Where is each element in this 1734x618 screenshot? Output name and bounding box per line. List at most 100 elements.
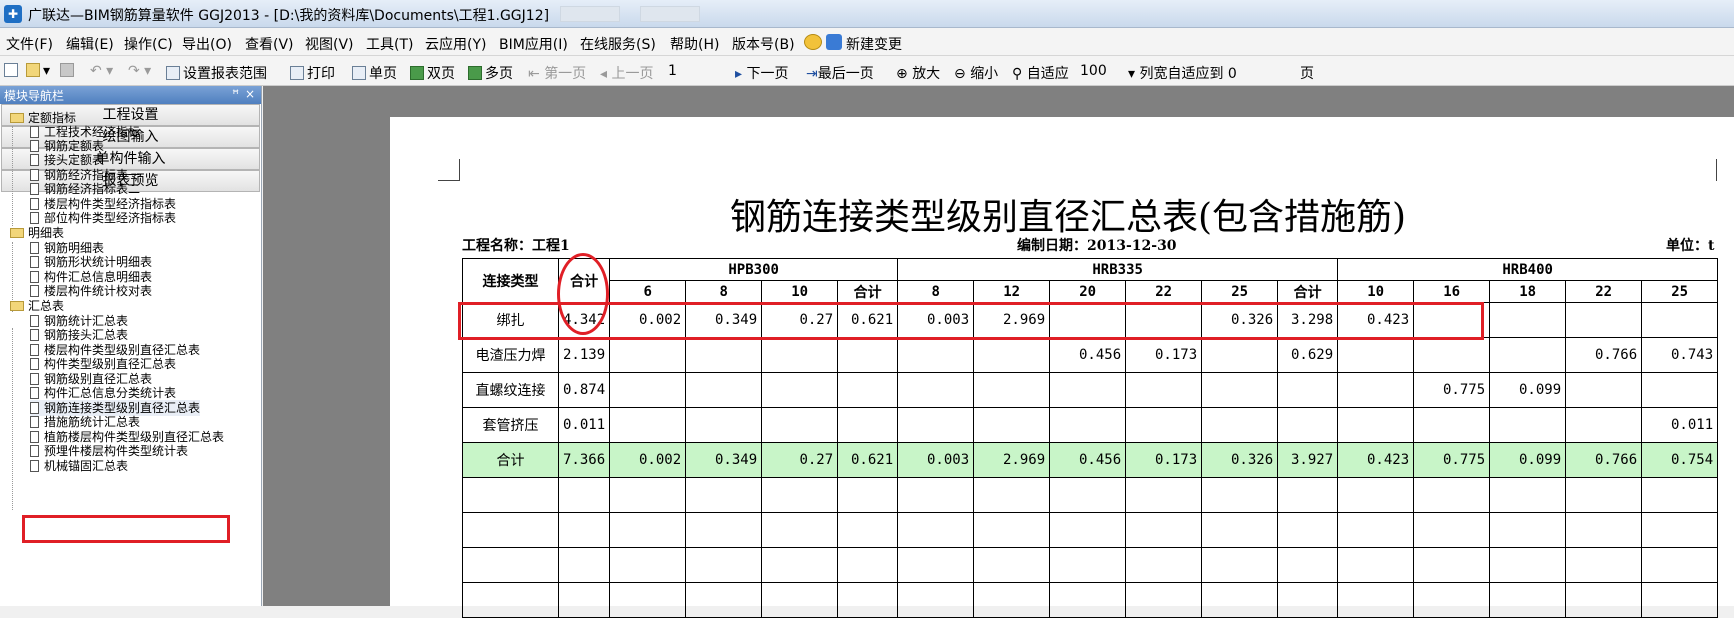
table-cell: 0.099 <box>1489 442 1567 478</box>
empty-cell <box>761 512 839 548</box>
single-page-button[interactable]: 单页 <box>352 63 397 83</box>
menu-edit[interactable]: 编辑(E) <box>66 34 114 54</box>
fit-button[interactable]: ⚲ 自适应 <box>1012 63 1069 83</box>
document-icon <box>30 126 39 138</box>
zoom-out-label: 缩小 <box>970 66 999 82</box>
tree-item[interactable]: 机械锚固汇总表 <box>30 458 128 474</box>
tree-group-summary[interactable]: 汇总表 <box>10 298 64 314</box>
redo-icon[interactable]: ↷ ▾ <box>128 63 151 79</box>
first-page-button[interactable]: ⇤ 第一页 <box>528 63 586 83</box>
menu-operation[interactable]: 操作(C) <box>124 34 173 54</box>
tree-item[interactable]: 钢筋经济指标表二 <box>30 181 140 197</box>
tree-group-detail[interactable]: 明细表 <box>10 225 64 241</box>
set-range-button[interactable]: 设置报表范围 <box>166 63 267 83</box>
table-cell <box>1201 407 1279 443</box>
empty-cell <box>897 582 975 618</box>
last-page-button[interactable]: ⇥最后一页 <box>806 63 874 83</box>
crop-mark-right <box>1716 159 1734 181</box>
new-file-icon[interactable] <box>4 63 21 79</box>
tree-item[interactable]: 楼层构件统计校对表 <box>30 283 152 299</box>
tree-item[interactable]: 接头定额表 <box>30 152 104 168</box>
table-cell <box>609 407 687 443</box>
menu-help[interactable]: 帮助(H) <box>670 34 719 54</box>
empty-cell <box>1489 477 1567 513</box>
tree-item[interactable]: 钢筋形状统计明细表 <box>30 254 152 270</box>
header-diameter: 25 <box>1201 280 1279 303</box>
undo-icon[interactable]: ↶ ▾ <box>90 63 113 79</box>
tree-item[interactable]: 构件类型级别直径汇总表 <box>30 356 176 372</box>
open-folder-icon[interactable]: ▾ <box>26 63 50 79</box>
save-icon[interactable] <box>60 63 77 79</box>
printer-icon <box>290 66 304 80</box>
header-connection-type: 连接类型 <box>462 258 559 303</box>
menu-bim[interactable]: BIM应用(I) <box>499 34 568 54</box>
row-type-cell: 电渣压力焊 <box>462 337 559 373</box>
tree-item[interactable]: 预埋件楼层构件类型统计表 <box>30 443 188 459</box>
tree-item[interactable]: 部位构件类型经济指标表 <box>30 210 176 226</box>
page-number-input[interactable]: 1 <box>668 63 677 79</box>
document-icon <box>30 329 39 341</box>
prev-page-button[interactable]: ◂ 上一页 <box>600 63 653 83</box>
window-title: 广联达—BIM钢筋算量软件 GGJ2013 - [D:\我的资料库\Docume… <box>28 8 550 24</box>
table-cell <box>761 337 839 373</box>
row-total-cell: 0.874 <box>557 372 611 408</box>
tree-item[interactable]: 措施筋统计汇总表 <box>30 414 140 430</box>
empty-cell <box>462 512 559 548</box>
menu-export[interactable]: 导出(O) <box>182 34 232 54</box>
tree-item-label: 钢筋明细表 <box>44 241 105 255</box>
print-button[interactable]: 打印 <box>290 63 335 83</box>
empty-cell <box>1337 582 1415 618</box>
menu-new-change[interactable]: 新建变更 <box>846 34 902 54</box>
report-table-body: 绑扎 4.342 0.002 0.349 0.27 0.621 0.003 2.969 0.32… <box>462 302 1719 618</box>
pin-icon[interactable]: ꟸ <box>232 87 239 101</box>
menu-view[interactable]: 查看(V) <box>245 34 294 54</box>
zoom-in-button[interactable]: ⊕ 放大 <box>896 63 940 83</box>
table-cell: 0.775 <box>1413 442 1491 478</box>
tree-item[interactable]: 构件汇总信息分类统计表 <box>30 385 176 401</box>
header-diameter: 18 <box>1489 280 1567 303</box>
table-cell <box>1201 337 1279 373</box>
last-page-icon: ⇥ <box>806 66 818 82</box>
empty-cell <box>609 512 687 548</box>
zoom-out-button[interactable]: ⊖ 缩小 <box>954 63 998 83</box>
table-cell <box>1565 302 1643 338</box>
new-change-icon <box>826 34 842 50</box>
next-page-button[interactable]: ▸ 下一页 <box>735 63 788 83</box>
table-cell <box>1565 372 1643 408</box>
next-page-icon: ▸ <box>735 66 743 82</box>
menu-tools[interactable]: 工具(T) <box>366 34 413 54</box>
menu-file[interactable]: 文件(F) <box>6 34 53 54</box>
double-page-button[interactable]: 双页 <box>410 63 455 83</box>
close-icon[interactable]: × <box>245 87 255 101</box>
empty-row <box>462 582 1719 618</box>
menu-online[interactable]: 在线服务(S) <box>580 34 656 54</box>
tree-item-label: 部位构件类型经济指标表 <box>44 211 177 225</box>
tree-item[interactable]: 钢筋接头汇总表 <box>30 327 128 343</box>
empty-cell <box>685 582 763 618</box>
empty-cell <box>1277 547 1339 583</box>
tree-item-label: 预埋件楼层构件类型统计表 <box>44 444 189 458</box>
empty-cell <box>1125 512 1203 548</box>
compile-date-label: 编制日期：2013-12-30 <box>1017 238 1177 254</box>
menu-view2[interactable]: 视图(V) <box>305 34 354 54</box>
row-type-cell: 合计 <box>462 442 559 478</box>
menu-cloud[interactable]: 云应用(Y) <box>425 34 486 54</box>
empty-cell <box>1413 477 1491 513</box>
multi-page-label: 多页 <box>485 66 513 82</box>
multi-page-button[interactable]: 多页 <box>468 63 513 83</box>
empty-cell <box>1641 582 1719 618</box>
empty-cell <box>609 547 687 583</box>
last-page-label: 最后一页 <box>817 66 874 82</box>
empty-cell <box>462 582 559 618</box>
smiley-icon[interactable] <box>804 34 822 50</box>
zoom-value-input[interactable]: 100 <box>1080 62 1126 82</box>
column-fit-select[interactable]: ▾ 列宽自适应到 0 <box>1128 62 1298 82</box>
empty-cell <box>1277 477 1339 513</box>
menu-version[interactable]: 版本号(B) <box>732 34 795 54</box>
title-blurred-block <box>560 6 620 22</box>
document-icon <box>30 271 39 283</box>
tree-item-label: 钢筋形状统计明细表 <box>44 255 153 269</box>
empty-cell <box>609 582 687 618</box>
document-icon <box>30 315 39 327</box>
row-type-cell: 直螺纹连接 <box>462 372 559 408</box>
